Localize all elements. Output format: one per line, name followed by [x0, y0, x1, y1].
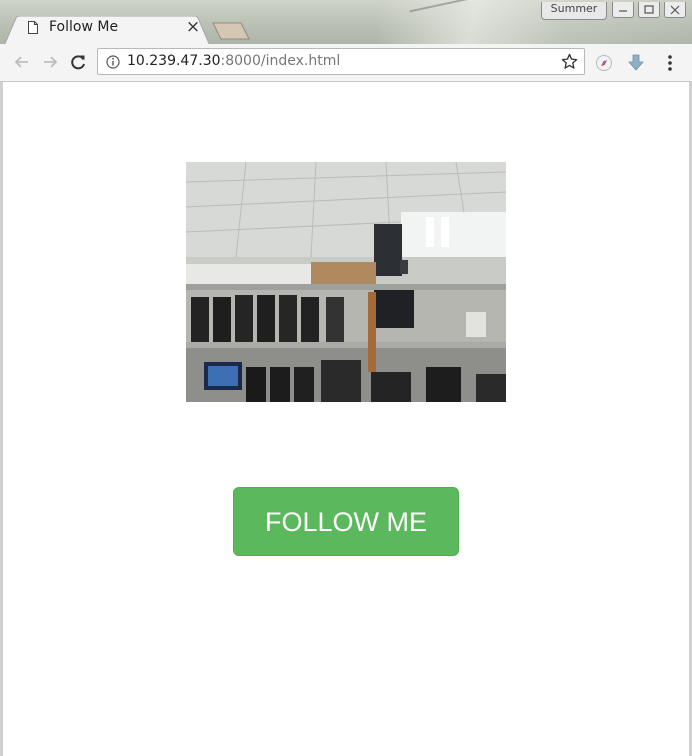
- close-window-icon[interactable]: [664, 2, 686, 18]
- address-bar[interactable]: 10.239.47.30:8000/index.html: [97, 48, 585, 75]
- tab-title: Follow Me: [49, 19, 119, 35]
- back-arrow-icon[interactable]: [12, 52, 32, 72]
- menu-kebab-icon[interactable]: [660, 53, 680, 73]
- maximize-icon[interactable]: [638, 2, 660, 18]
- tab-strip: Follow Me × Summer: [0, 0, 692, 46]
- url-host: 10.239.47.30: [127, 53, 221, 69]
- browser-window: Follow Me × Summer 10.239.47.30:8000/ind…: [0, 0, 692, 756]
- camera-snapshot-image: [186, 162, 506, 402]
- forward-arrow-icon[interactable]: [40, 52, 60, 72]
- url-text[interactable]: 10.239.47.30:8000/index.html: [127, 53, 340, 69]
- page-icon: [28, 21, 38, 34]
- new-tab-button[interactable]: [212, 22, 250, 40]
- download-arrow-icon[interactable]: [626, 53, 646, 73]
- star-icon[interactable]: [561, 53, 578, 70]
- window-border-left: [0, 82, 3, 756]
- info-icon[interactable]: [106, 55, 120, 69]
- url-path: :8000/index.html: [220, 53, 341, 69]
- toolbar: 10.239.47.30:8000/index.html: [0, 44, 692, 82]
- reload-icon[interactable]: [68, 52, 88, 72]
- follow-me-button[interactable]: FOLLOW ME: [233, 487, 459, 556]
- compass-extension-icon[interactable]: [594, 53, 614, 73]
- profile-button[interactable]: Summer: [541, 2, 607, 20]
- tab-close-icon[interactable]: ×: [185, 19, 201, 36]
- page-viewport: FOLLOW ME: [4, 82, 688, 756]
- minimize-icon[interactable]: [612, 2, 634, 18]
